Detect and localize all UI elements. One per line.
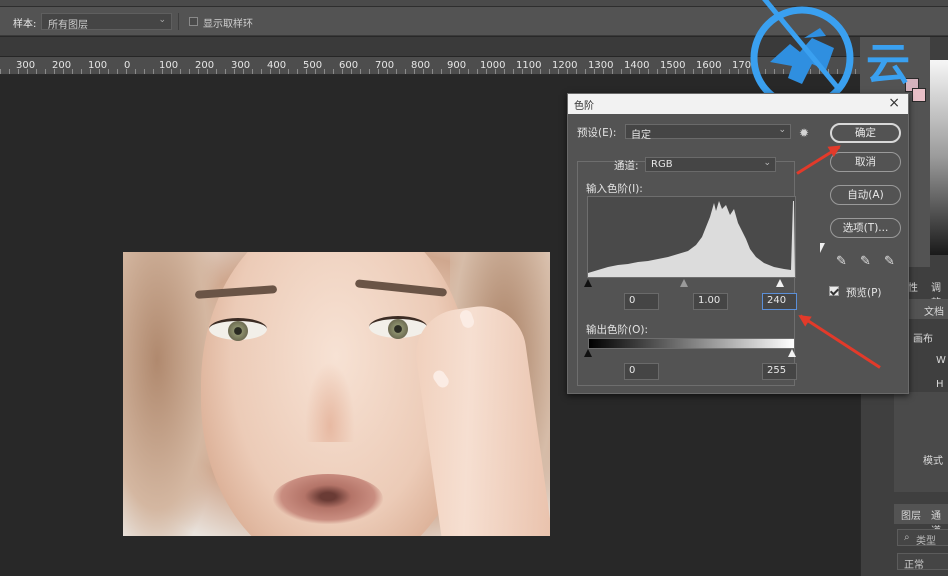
input-white-field[interactable]: 240 bbox=[762, 293, 797, 310]
input-gamma-field[interactable]: 1.00 bbox=[693, 293, 728, 310]
input-white-slider[interactable] bbox=[776, 279, 784, 287]
ruler-label: 300 bbox=[231, 60, 251, 71]
background-color-swatch[interactable] bbox=[912, 88, 926, 102]
divider bbox=[178, 13, 179, 30]
tab-layers[interactable]: 图层 bbox=[901, 507, 921, 522]
ruler-label: 300 bbox=[16, 60, 36, 71]
white-eyedropper-icon[interactable]: ✎ bbox=[884, 254, 895, 269]
ruler-label: 800 bbox=[411, 60, 431, 71]
show-ring-label: 显示取样环 bbox=[203, 19, 253, 30]
input-black-field[interactable]: 0 bbox=[624, 293, 659, 310]
black-eyedropper-icon[interactable]: ✎ bbox=[836, 254, 847, 269]
ruler-label: 0 bbox=[124, 60, 131, 71]
properties-box: 模式 bbox=[894, 392, 948, 492]
document-label: 文档 bbox=[924, 307, 944, 318]
left-iris bbox=[228, 321, 248, 341]
gear-icon[interactable]: ✹ bbox=[799, 126, 809, 140]
ruler-label: 900 bbox=[447, 60, 467, 71]
auto-button[interactable]: 自动(A) bbox=[830, 185, 901, 205]
watermark-text: 云 bbox=[866, 39, 914, 90]
ruler-label: 1200 bbox=[552, 60, 578, 71]
ruler-label: 400 bbox=[267, 60, 287, 71]
output-levels-label: 输出色阶(O): bbox=[586, 324, 648, 336]
dialog-titlebar[interactable]: 色阶 × bbox=[568, 94, 908, 114]
histogram bbox=[587, 196, 796, 278]
output-gradient bbox=[588, 338, 795, 349]
preset-label: 预设(E): bbox=[577, 127, 617, 139]
chevron-down-icon: ⌄ bbox=[778, 125, 786, 135]
tab-properties[interactable]: 性 bbox=[908, 279, 918, 294]
ruler-label: 500 bbox=[303, 60, 323, 71]
input-black-slider[interactable] bbox=[584, 279, 592, 287]
mouse-cursor-icon bbox=[820, 243, 825, 253]
ruler-label: 1000 bbox=[480, 60, 506, 71]
close-icon[interactable]: × bbox=[888, 95, 900, 111]
input-gamma-slider[interactable] bbox=[680, 279, 688, 287]
sample-select[interactable]: 所有图层 ⌄ bbox=[41, 13, 172, 31]
left-eye bbox=[209, 318, 267, 341]
right-eye bbox=[369, 316, 427, 339]
ruler-label: 1300 bbox=[588, 60, 614, 71]
ruler-label: 1600 bbox=[696, 60, 722, 71]
options-button[interactable]: 选项(T)... bbox=[830, 218, 901, 238]
sample-label: 样本: bbox=[13, 19, 37, 30]
preview-checkbox[interactable] bbox=[829, 286, 839, 296]
height-label: H bbox=[936, 379, 944, 390]
chevron-down-icon: ⌄ bbox=[158, 15, 166, 25]
ruler-label: 200 bbox=[195, 60, 215, 71]
preset-select[interactable]: 自定 ⌄ bbox=[625, 124, 791, 141]
layer-search-input[interactable]: ⌕ 类型 bbox=[897, 529, 948, 547]
ruler-label: 200 bbox=[52, 60, 72, 71]
channel-select[interactable]: RGB ⌄ bbox=[645, 157, 776, 172]
color-gradient-bar[interactable] bbox=[930, 60, 948, 255]
layers-tabs: 图层 通道 bbox=[894, 504, 948, 537]
nose bbox=[305, 362, 355, 442]
ruler-label: 100 bbox=[159, 60, 179, 71]
input-levels-label: 输入色阶(I): bbox=[586, 183, 643, 195]
output-white-slider[interactable] bbox=[788, 349, 796, 357]
show-ring-checkbox[interactable] bbox=[189, 17, 198, 26]
ok-button[interactable]: 确定 bbox=[830, 123, 901, 143]
blend-mode-select[interactable]: 正常 bbox=[897, 553, 948, 571]
ruler-label: 700 bbox=[375, 60, 395, 71]
portrait-photo[interactable] bbox=[123, 252, 550, 536]
ruler-label: 100 bbox=[88, 60, 108, 71]
cancel-button[interactable]: 取消 bbox=[830, 152, 901, 172]
lips bbox=[273, 474, 383, 524]
preview-label: 预览(P) bbox=[846, 287, 882, 299]
search-icon: ⌕ bbox=[904, 532, 910, 543]
ruler-label: 1400 bbox=[624, 60, 650, 71]
ruler-label: 1500 bbox=[660, 60, 686, 71]
histogram-graph bbox=[588, 201, 795, 277]
channel-label: 通道: bbox=[614, 160, 639, 172]
horizontal-ruler: 300 200 100 0 100 200 300 400 500 600 70… bbox=[0, 57, 860, 75]
ruler-label: 1100 bbox=[516, 60, 542, 71]
document-tab-bar bbox=[0, 37, 860, 57]
ruler-label: 600 bbox=[339, 60, 359, 71]
dialog-title: 色阶 bbox=[574, 101, 594, 112]
width-label: W bbox=[936, 355, 946, 366]
output-black-field[interactable]: 0 bbox=[624, 363, 659, 380]
mode-label: 模式 bbox=[923, 456, 943, 467]
right-iris bbox=[388, 319, 408, 339]
canvas-label: 画布 bbox=[913, 334, 933, 345]
output-white-field[interactable]: 255 bbox=[762, 363, 797, 380]
chevron-down-icon: ⌄ bbox=[763, 158, 771, 168]
output-black-slider[interactable] bbox=[584, 349, 592, 357]
gray-eyedropper-icon[interactable]: ✎ bbox=[860, 254, 871, 269]
